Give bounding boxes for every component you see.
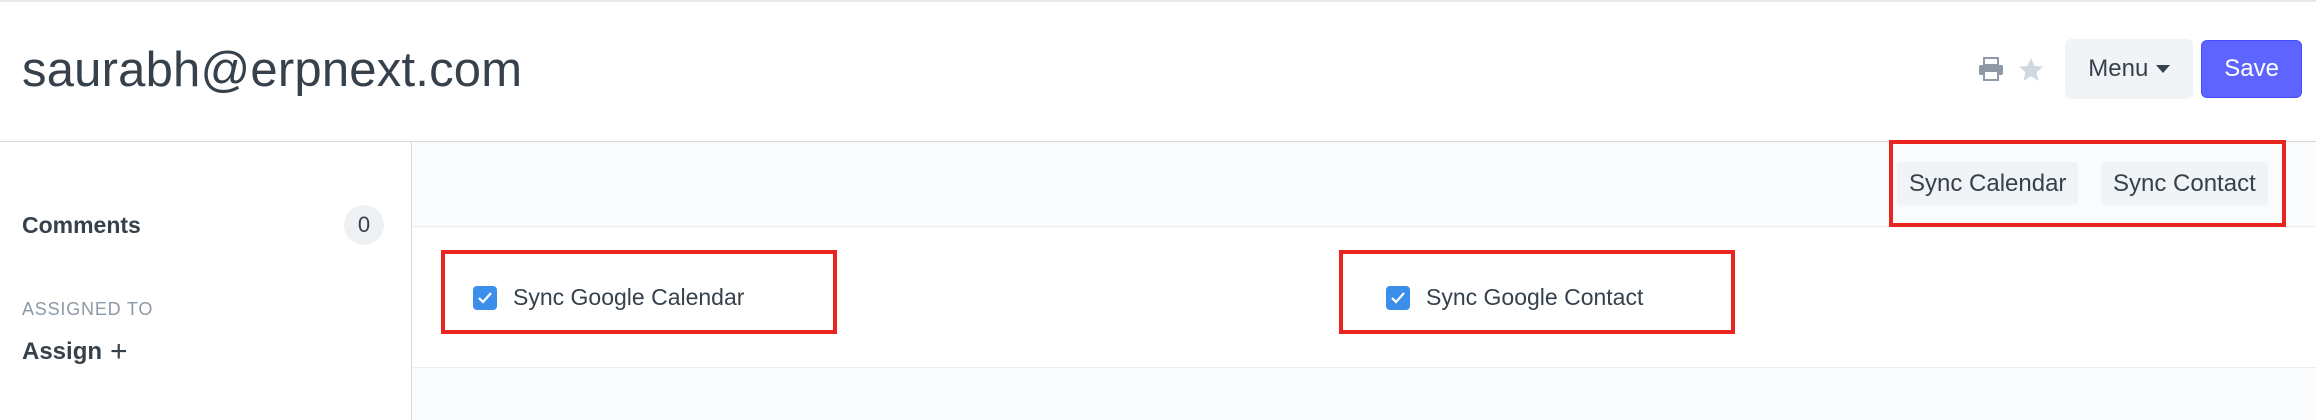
highlight-box-sync-contact [1339,250,1735,334]
menu-button-label: Menu [2088,55,2149,82]
star-icon[interactable] [2011,39,2051,99]
assign-label: Assign [22,338,103,365]
save-button[interactable]: Save [2201,40,2302,98]
caret-down-icon [2156,65,2171,73]
comments-count-badge: 0 [344,205,384,245]
highlight-box-toolbar-buttons [1889,140,2286,227]
assign-link[interactable]: Assign + [22,335,128,368]
highlight-box-sync-calendar [441,250,837,334]
page-header: saurabh@erpnext.com Menu Save [0,4,2316,142]
menu-button[interactable]: Menu [2065,39,2194,99]
page-title: saurabh@erpnext.com [22,43,523,97]
printer-icon[interactable] [1971,39,2011,99]
comments-label: Comments [22,211,141,238]
assigned-to-header: ASSIGNED TO [22,299,154,319]
comments-row: Comments 0 [22,205,384,245]
header-actions: Menu Save [1971,39,2302,99]
form-sidebar: Comments 0 ASSIGNED TO Assign + [0,142,412,420]
plus-icon: + [110,335,128,368]
